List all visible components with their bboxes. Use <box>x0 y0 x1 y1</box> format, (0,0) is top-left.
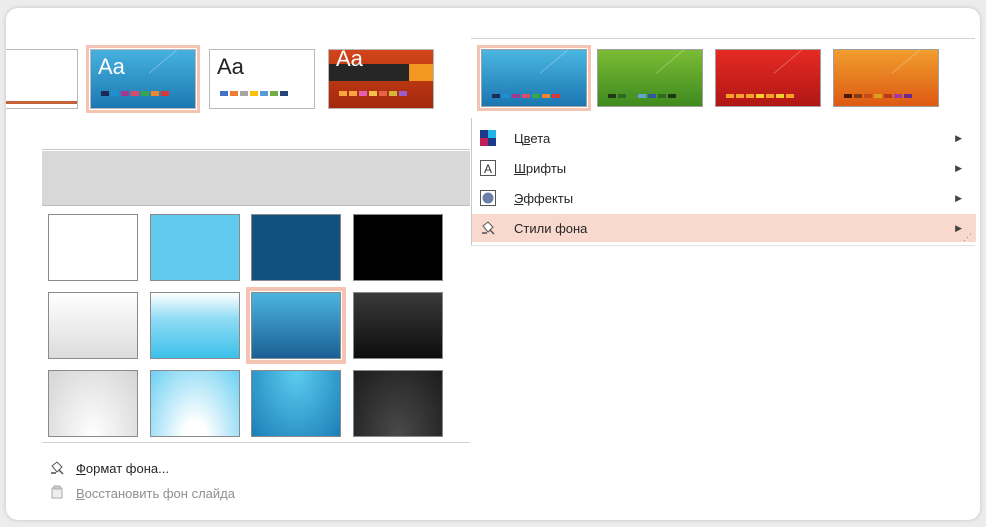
bg-style-tile[interactable] <box>353 214 443 281</box>
svg-text:A: A <box>484 162 492 176</box>
variant-thumb-green[interactable] <box>597 49 703 107</box>
bg-style-tile[interactable] <box>150 214 240 281</box>
theme-thumb-label: Aa <box>336 49 363 71</box>
format-background-accel: Ф <box>76 460 86 476</box>
menu-item-fonts[interactable]: A Шрифты ▶ <box>472 154 976 182</box>
theme-swatches <box>339 91 407 96</box>
submenu-arrow-icon: ▶ <box>955 162 962 173</box>
submenu-arrow-icon: ▶ <box>955 222 962 233</box>
theme-thumb-orange[interactable]: Aa <box>328 49 434 109</box>
menu-item-effects-label: Эффекты <box>514 191 573 206</box>
menu-item-background-styles-label: Стили фона <box>514 221 587 236</box>
effects-label-post: ффекты <box>523 190 574 206</box>
menu-item-background-styles[interactable]: Стили фона ▶ <box>472 214 976 242</box>
ribbon-band <box>42 128 470 150</box>
submenu-arrow-icon: ▶ <box>955 132 962 143</box>
colors-label-pre: Ц <box>514 130 524 146</box>
variant-thumb-red[interactable] <box>715 49 821 107</box>
bgstyles-label-post: тили фона <box>523 220 588 236</box>
bg-style-tile[interactable] <box>251 214 341 281</box>
theme-thumb-label: Aa <box>98 54 125 79</box>
background-styles-panel: Формат фона... Восстановить фон слайда <box>42 206 470 502</box>
reset-background-icon <box>48 485 66 501</box>
bgstyles-label-accel: С <box>514 220 524 236</box>
bg-style-tile[interactable] <box>353 370 443 437</box>
variants-dropdown-menu: Цвета ▶ A Шрифты ▶ Эффекты ▶ Стили фона … <box>471 118 976 246</box>
theme-orange-band <box>409 64 433 81</box>
bg-style-tile[interactable] <box>48 214 138 281</box>
bg-style-tile-selected[interactable] <box>246 287 346 364</box>
colors-icon <box>480 130 496 146</box>
slide-area-band <box>42 151 470 206</box>
bg-style-tile[interactable] <box>150 292 240 359</box>
background-styles-icon <box>480 220 496 236</box>
fonts-icon: A <box>480 160 496 176</box>
submenu-arrow-icon: ▶ <box>955 192 962 203</box>
variant-swatches <box>844 94 912 98</box>
effects-label-accel: Э <box>514 190 524 206</box>
menu-item-fonts-label: Шрифты <box>514 161 566 176</box>
variant-diagonal <box>892 50 932 106</box>
variant-thumb-blue[interactable] <box>477 45 591 111</box>
menu-divider <box>42 442 470 443</box>
bg-style-tile[interactable] <box>48 370 138 437</box>
fonts-label-accel: Ш <box>514 160 526 176</box>
variant-diagonal <box>656 50 696 106</box>
format-background-icon <box>48 460 66 476</box>
variant-diagonal <box>540 50 580 106</box>
bg-style-tile[interactable] <box>353 292 443 359</box>
variant-swatches <box>726 94 794 98</box>
format-background-text: ормат фона... <box>85 460 169 476</box>
menu-item-effects[interactable]: Эффекты ▶ <box>472 184 976 212</box>
bg-style-tile[interactable] <box>150 370 240 437</box>
menu-item-colors[interactable]: Цвета ▶ <box>472 124 976 152</box>
theme-thumb-white[interactable]: Aa <box>209 49 315 109</box>
variant-thumb-orange[interactable] <box>833 49 939 107</box>
theme-thumb-partial[interactable] <box>6 49 78 109</box>
screenshot-card: Aa Aa Aa ▲ ▼ ▾ <box>6 8 980 520</box>
menu-item-colors-label: Цвета <box>514 131 550 146</box>
variant-swatches <box>492 94 560 98</box>
format-background-item[interactable]: Формат фона... <box>48 458 169 478</box>
bg-style-tile[interactable] <box>251 370 341 437</box>
effects-icon <box>480 190 496 206</box>
theme-swatches <box>220 91 288 96</box>
theme-accent-bar <box>6 101 77 104</box>
variant-diagonal <box>774 50 814 106</box>
fonts-label-post: рифты <box>525 160 567 176</box>
theme-swatches <box>101 91 169 96</box>
bg-style-tile[interactable] <box>48 292 138 359</box>
reset-background-item[interactable]: Восстановить фон слайда <box>48 483 235 503</box>
variant-swatches <box>608 94 676 98</box>
variants-gallery <box>471 38 975 118</box>
theme-gallery: Aa Aa Aa ▲ ▼ ▾ <box>6 39 491 142</box>
theme-thumb-blue[interactable]: Aa <box>86 45 200 113</box>
colors-label-post: ета <box>530 130 551 146</box>
theme-thumb-label: Aa <box>217 54 244 79</box>
resize-grip-icon[interactable]: ⋰ <box>963 232 972 243</box>
format-background-label: Формат фона... <box>76 461 169 476</box>
reset-background-label: Восстановить фон слайда <box>76 486 235 501</box>
theme-diagonal <box>149 50 189 107</box>
reset-background-text: осстановить фон слайда <box>84 485 235 501</box>
reset-background-accel: В <box>76 485 85 501</box>
